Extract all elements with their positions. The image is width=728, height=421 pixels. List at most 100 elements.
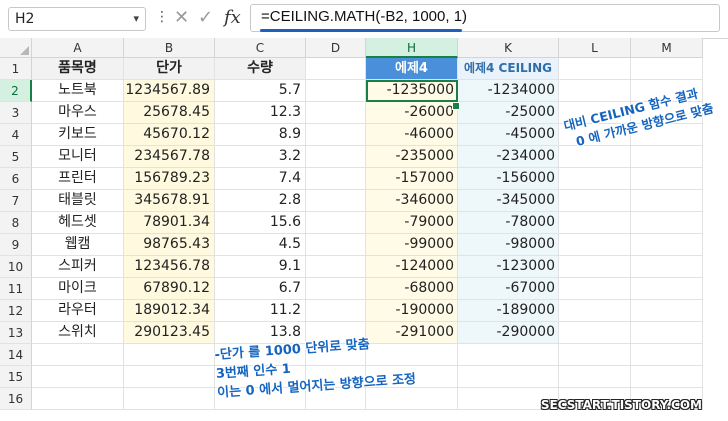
table-cell-empty[interactable] <box>559 212 631 234</box>
table-cell-qty[interactable]: 7.4 <box>215 168 306 190</box>
row-header-10[interactable]: 10 <box>0 256 32 278</box>
cell-m1[interactable] <box>631 58 703 80</box>
table-cell-example4-ceiling[interactable]: -98000 <box>458 234 559 256</box>
column-header-c[interactable]: C <box>215 38 306 58</box>
row-header-9[interactable]: 9 <box>0 234 32 256</box>
table-cell-example4-ceiling[interactable]: -1234000 <box>458 80 559 102</box>
table-cell-example4-ceiling[interactable]: -156000 <box>458 168 559 190</box>
column-header-b[interactable]: B <box>124 38 215 58</box>
table-cell-example4-ceiling[interactable]: -123000 <box>458 256 559 278</box>
table-cell-empty[interactable] <box>32 388 124 410</box>
row-header-15[interactable]: 15 <box>0 366 32 388</box>
name-box[interactable]: H2 ▾ <box>8 7 146 31</box>
column-header-m[interactable]: M <box>631 38 703 58</box>
column-header-d[interactable]: D <box>306 38 366 58</box>
table-cell-price[interactable]: 45670.12 <box>124 124 215 146</box>
table-cell-product[interactable]: 마우스 <box>32 102 124 124</box>
chevron-down-icon[interactable]: ▾ <box>133 8 139 30</box>
row-header-6[interactable]: 6 <box>0 168 32 190</box>
table-cell-empty[interactable] <box>124 366 215 388</box>
table-cell-example4[interactable]: -124000 <box>366 256 458 278</box>
table-cell-price[interactable]: 156789.23 <box>124 168 215 190</box>
table-cell-product[interactable]: 태블릿 <box>32 190 124 212</box>
table-cell-price[interactable]: 123456.78 <box>124 256 215 278</box>
table-cell-example4-ceiling[interactable]: -189000 <box>458 300 559 322</box>
table-cell-product[interactable]: 키보드 <box>32 124 124 146</box>
header-cell-product[interactable]: 품목명 <box>32 58 124 80</box>
table-cell-empty[interactable] <box>631 366 703 388</box>
table-cell-empty[interactable] <box>306 300 366 322</box>
table-cell-empty[interactable] <box>559 322 631 344</box>
table-cell-empty[interactable] <box>306 80 366 102</box>
table-cell-example4[interactable]: -26000 <box>366 102 458 124</box>
column-header-l[interactable]: L <box>559 38 631 58</box>
row-header-11[interactable]: 11 <box>0 278 32 300</box>
table-cell-empty[interactable] <box>559 168 631 190</box>
table-cell-example4-ceiling[interactable]: -45000 <box>458 124 559 146</box>
insert-function-icon[interactable]: fx <box>224 7 241 28</box>
row-header-7[interactable]: 7 <box>0 190 32 212</box>
table-cell-empty[interactable] <box>306 102 366 124</box>
table-cell-empty[interactable] <box>32 344 124 366</box>
header-cell-price[interactable]: 단가 <box>124 58 215 80</box>
table-cell-product[interactable]: 모니터 <box>32 146 124 168</box>
table-cell-empty[interactable] <box>631 300 703 322</box>
table-cell-empty[interactable] <box>631 146 703 168</box>
table-cell-example4-ceiling[interactable]: -25000 <box>458 102 559 124</box>
header-cell-example4-ceiling[interactable]: 에제4 CEILING <box>458 58 559 80</box>
table-cell-qty[interactable]: 15.6 <box>215 212 306 234</box>
table-cell-example4[interactable]: -99000 <box>366 234 458 256</box>
row-header-8[interactable]: 8 <box>0 212 32 234</box>
table-cell-qty[interactable]: 11.2 <box>215 300 306 322</box>
table-cell-empty[interactable] <box>631 168 703 190</box>
table-cell-example4-ceiling[interactable]: -234000 <box>458 146 559 168</box>
table-cell-empty[interactable] <box>559 80 631 102</box>
table-cell-qty[interactable]: 8.9 <box>215 124 306 146</box>
table-cell-qty[interactable]: 5.7 <box>215 80 306 102</box>
table-cell-empty[interactable] <box>306 124 366 146</box>
table-cell-product[interactable]: 헤드셋 <box>32 212 124 234</box>
row-header-3[interactable]: 3 <box>0 102 32 124</box>
table-cell-price[interactable]: 78901.34 <box>124 212 215 234</box>
table-cell-empty[interactable] <box>631 278 703 300</box>
table-cell-example4-ceiling[interactable]: -78000 <box>458 212 559 234</box>
select-all-corner[interactable] <box>0 38 32 58</box>
table-cell-empty[interactable] <box>306 168 366 190</box>
header-cell-example4[interactable]: 에제4 <box>366 58 458 80</box>
active-cell-h2[interactable]: -1235000 <box>366 80 458 102</box>
table-cell-qty[interactable]: 3.2 <box>215 146 306 168</box>
table-cell-empty[interactable] <box>306 278 366 300</box>
table-cell-product[interactable]: 마이크 <box>32 278 124 300</box>
table-cell-empty[interactable] <box>306 146 366 168</box>
table-cell-empty[interactable] <box>124 388 215 410</box>
table-cell-empty[interactable] <box>631 256 703 278</box>
row-header-12[interactable]: 12 <box>0 300 32 322</box>
table-cell-price[interactable]: 234567.78 <box>124 146 215 168</box>
row-header-5[interactable]: 5 <box>0 146 32 168</box>
table-cell-example4-ceiling[interactable]: -290000 <box>458 322 559 344</box>
table-cell-empty[interactable] <box>124 344 215 366</box>
table-cell-price[interactable]: 1234567.89 <box>124 80 215 102</box>
table-cell-qty[interactable]: 6.7 <box>215 278 306 300</box>
table-cell-empty[interactable] <box>559 190 631 212</box>
table-cell-example4[interactable]: -190000 <box>366 300 458 322</box>
column-header-k[interactable]: K <box>458 38 559 58</box>
table-cell-empty[interactable] <box>306 212 366 234</box>
table-cell-product[interactable]: 스피커 <box>32 256 124 278</box>
table-cell-empty[interactable] <box>458 344 559 366</box>
table-cell-empty[interactable] <box>559 344 631 366</box>
table-cell-product[interactable]: 스위치 <box>32 322 124 344</box>
table-cell-empty[interactable] <box>559 278 631 300</box>
table-cell-empty[interactable] <box>559 256 631 278</box>
table-cell-price[interactable]: 67890.12 <box>124 278 215 300</box>
table-cell-price[interactable]: 25678.45 <box>124 102 215 124</box>
table-cell-empty[interactable] <box>559 300 631 322</box>
row-header-13[interactable]: 13 <box>0 322 32 344</box>
table-cell-empty[interactable] <box>306 190 366 212</box>
more-options-icon[interactable]: ⋮ <box>155 9 169 25</box>
table-cell-example4[interactable]: -68000 <box>366 278 458 300</box>
table-cell-example4-ceiling[interactable]: -345000 <box>458 190 559 212</box>
table-cell-example4[interactable]: -46000 <box>366 124 458 146</box>
column-header-h[interactable]: H <box>366 38 458 58</box>
table-cell-empty[interactable] <box>631 190 703 212</box>
